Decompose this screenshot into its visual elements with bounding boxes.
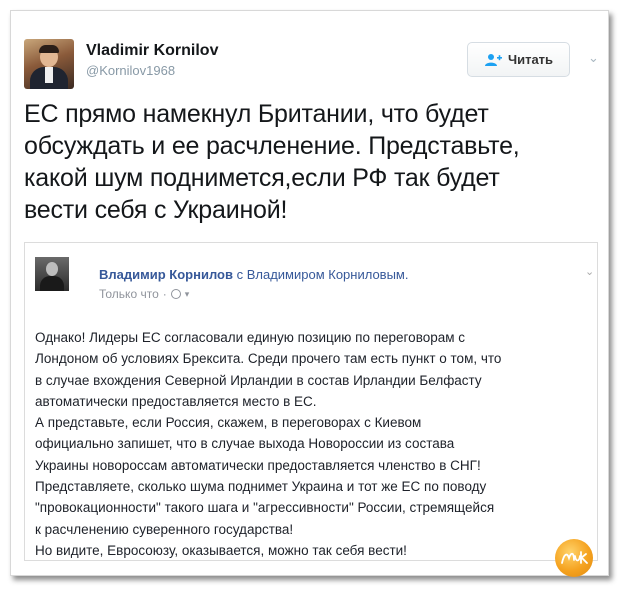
embed-body-line: к расчленению суверенного государства! bbox=[35, 521, 294, 537]
globe-icon bbox=[170, 289, 181, 299]
embed-body-line: Лондоном об условиях Брексита. Среди про… bbox=[35, 351, 502, 367]
embed-body-line: А представьте, если Россия, скажем, в пе… bbox=[35, 415, 422, 431]
embed-body: Однако! Лидеры ЕС согласовали единую поз… bbox=[35, 327, 590, 561]
embed-author-name[interactable]: Владимир Корнилов bbox=[99, 267, 233, 282]
author-name[interactable]: Vladimir Kornilov bbox=[86, 42, 218, 60]
embed-body-line: официально запишет, что в случае выхода … bbox=[35, 436, 455, 452]
user-plus-icon bbox=[484, 53, 502, 67]
embed-timestamp[interactable]: Только что bbox=[99, 287, 159, 301]
separator-dot: · bbox=[162, 287, 167, 301]
embed-body-line: Но видите, Евросоюзу, оказывается, можно… bbox=[35, 542, 407, 558]
tweet-text-line: обсуждать и ее расчленение. Представьте, bbox=[24, 132, 520, 160]
embed-author-avatar[interactable] bbox=[35, 257, 69, 291]
tweet-text-line: вести себя с Украиной! bbox=[24, 196, 288, 224]
follow-button[interactable]: Читать bbox=[467, 42, 570, 77]
audience-chevron-icon[interactable]: ▾ bbox=[185, 289, 190, 300]
author-avatar[interactable] bbox=[24, 39, 74, 89]
embed-body-line: Однако! Лидеры ЕС согласовали единую поз… bbox=[35, 330, 466, 345]
embed-body-line: в случае вхождения Северной Ирландии в с… bbox=[35, 372, 482, 388]
site-logo bbox=[555, 539, 593, 577]
follow-button-label: Читать bbox=[507, 52, 554, 67]
tweet-card: Vladimir Kornilov @Kornilov1968 Читать ⌄… bbox=[10, 10, 609, 577]
embed-body-line: Представляете, сколько шума поднимет Укр… bbox=[35, 479, 487, 495]
embed-with-text[interactable]: с Владимиром Корниловым. bbox=[237, 267, 409, 282]
tweet-text-line: ЕС прямо намекнул Британии, что будет bbox=[24, 100, 489, 128]
tweet-text: ЕС прямо намекнул Британии, что будет об… bbox=[24, 98, 604, 226]
chevron-down-icon[interactable]: ⌄ bbox=[588, 50, 599, 66]
embed-meta: Только что · ▾ bbox=[99, 287, 189, 301]
embed-header: Владимир Корнилов с Владимиром Корниловы… bbox=[99, 267, 408, 282]
tweet-text-line: какой шум поднимется,если РФ так будет bbox=[24, 164, 500, 192]
embed-body-line: "провокационности" такого шага и "агресс… bbox=[35, 500, 495, 516]
embed-body-line: Украины новороссам автоматически предост… bbox=[35, 457, 481, 473]
embed-chevron-down-icon[interactable]: ⌄ bbox=[585, 265, 594, 278]
embed-body-line: автоматически предоставляется место в ЕС… bbox=[35, 393, 317, 409]
embedded-post[interactable]: Владимир Корнилов с Владимиром Корниловы… bbox=[24, 242, 598, 561]
author-handle[interactable]: @Kornilov1968 bbox=[86, 63, 175, 78]
